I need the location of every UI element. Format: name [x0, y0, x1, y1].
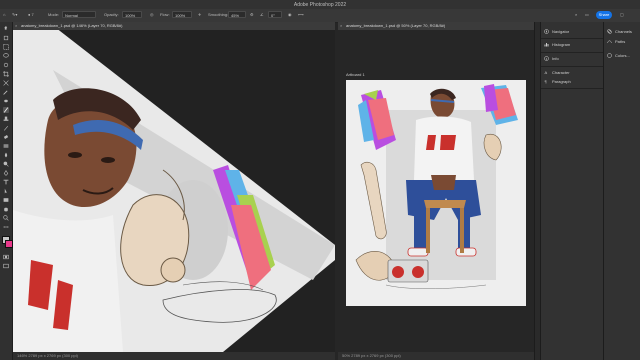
- svg-text:A: A: [545, 70, 548, 75]
- panel-separator: [541, 52, 604, 53]
- more-tools-icon[interactable]: [3, 224, 9, 230]
- home-icon[interactable]: ⌂: [3, 12, 5, 17]
- paths-icon: [607, 39, 612, 44]
- background-color-swatch[interactable]: [5, 240, 13, 248]
- path-selection-tool-icon[interactable]: [3, 188, 9, 194]
- history-brush-tool-icon[interactable]: [3, 125, 9, 131]
- flow-field[interactable]: 100%: [172, 11, 192, 18]
- document-tab-right[interactable]: × anatomy_breakdown_1.psd @ 50% (Layer 7…: [338, 22, 534, 30]
- app-title: Adobe Photoshop 2022: [293, 2, 347, 8]
- brush-tool-icon[interactable]: [3, 107, 9, 113]
- paragraph-icon: ¶: [544, 79, 549, 84]
- angle-icon: ∠: [260, 12, 264, 17]
- panel-character[interactable]: A Character: [544, 68, 570, 77]
- clone-stamp-tool-icon[interactable]: [3, 116, 9, 122]
- document-tab-left[interactable]: × anatomy_breakdown_1.psd @ 146% (Layer …: [13, 22, 335, 30]
- healing-brush-tool-icon[interactable]: [3, 98, 9, 104]
- smoothing-options-icon[interactable]: ⚙: [250, 12, 254, 17]
- panel-separator: [541, 66, 604, 67]
- symmetry-icon[interactable]: ⟷: [298, 12, 304, 17]
- airbrush-icon[interactable]: ✈: [198, 12, 201, 17]
- panel-colors[interactable]: Colors...: [607, 51, 630, 60]
- status-bar-left: 146% 2789 px x 2769 px (300 ppi): [13, 352, 335, 360]
- quick-select-tool-icon[interactable]: [3, 62, 9, 68]
- canvas-right[interactable]: Artboard 1: [338, 30, 534, 352]
- document-tab-label: anatomy_breakdown_1.psd @ 50% (Layer 70,…: [346, 23, 446, 28]
- frame-tool-icon[interactable]: [3, 80, 9, 86]
- pressure-size-icon[interactable]: ◉: [288, 12, 292, 17]
- hand-tool-icon[interactable]: [3, 206, 9, 212]
- flow-label: Flow:: [160, 12, 170, 17]
- options-bar: ⌂ ✎▾ ● 7 Mode: Normal Opacity: 100% ◎ Fl…: [0, 9, 640, 23]
- panel-info[interactable]: Info: [544, 54, 559, 63]
- svg-text:¶: ¶: [545, 79, 547, 84]
- panel-separator: [541, 38, 604, 39]
- canvas-left[interactable]: [13, 30, 335, 352]
- workspace-icon[interactable]: ▭: [585, 12, 589, 17]
- tools-panel: [0, 22, 13, 360]
- info-icon: [544, 56, 549, 62]
- mode-select[interactable]: Normal: [62, 11, 96, 18]
- document-window-right: × anatomy_breakdown_1.psd @ 50% (Layer 7…: [338, 22, 534, 360]
- screen-mode-icon[interactable]: [3, 263, 9, 269]
- character-icon: A: [544, 70, 549, 75]
- panel-dock-primary: Navigator Histogram Info A Character ¶ Par…: [540, 22, 604, 360]
- opacity-label: Opacity:: [104, 12, 119, 17]
- panel-paths[interactable]: Paths: [607, 37, 625, 46]
- channels-icon: [607, 29, 612, 35]
- artwork-overview: [346, 80, 526, 306]
- compass-icon: [544, 29, 549, 35]
- crop-tool-icon[interactable]: [3, 71, 9, 77]
- quick-mask-icon[interactable]: [3, 254, 9, 260]
- mode-label: Mode:: [48, 12, 60, 17]
- panel-dock-secondary: Channels Paths Colors...: [603, 22, 640, 360]
- dodge-tool-icon[interactable]: [3, 161, 9, 167]
- eyedropper-tool-icon[interactable]: [3, 89, 9, 95]
- panel-separator: [541, 88, 604, 89]
- document-tab-label: anatomy_breakdown_1.psd @ 146% (Layer 70…: [21, 23, 123, 28]
- rectangle-tool-icon[interactable]: [3, 197, 9, 203]
- close-tab-icon[interactable]: ×: [15, 22, 17, 30]
- close-tab-icon[interactable]: ×: [340, 22, 342, 30]
- status-bar-right: 50% 2789 px x 2769 px (300 ppi): [338, 352, 534, 360]
- title-bar: Adobe Photoshop 2022: [0, 0, 640, 9]
- brush-size-icon[interactable]: ● 7: [28, 12, 34, 17]
- move-tool-icon[interactable]: [3, 26, 9, 32]
- shape-icon[interactable]: ▢: [620, 12, 624, 17]
- pressure-opacity-icon[interactable]: ◎: [150, 12, 154, 17]
- panel-navigator[interactable]: Navigator: [544, 27, 569, 36]
- smoothing-label: Smoothing:: [208, 12, 229, 17]
- artboard-label: Artboard 1: [346, 72, 365, 77]
- blur-tool-icon[interactable]: [3, 152, 9, 158]
- pen-tool-icon[interactable]: [3, 170, 9, 176]
- eraser-tool-icon[interactable]: [3, 134, 9, 140]
- panel-paragraph[interactable]: ¶ Paragraph: [544, 77, 571, 86]
- search-icon[interactable]: ⌕: [575, 12, 577, 17]
- document-window-left: × anatomy_breakdown_1.psd @ 146% (Layer …: [13, 22, 335, 360]
- artboard-tool-icon[interactable]: [3, 35, 9, 41]
- angle-field[interactable]: 0°: [268, 11, 282, 18]
- brush-preset-icon[interactable]: ✎▾: [12, 12, 17, 17]
- marquee-tool-icon[interactable]: [3, 44, 9, 50]
- zoom-tool-icon[interactable]: [3, 215, 9, 221]
- panel-channels[interactable]: Channels: [607, 27, 632, 36]
- artwork-zoomed: [13, 30, 335, 352]
- lasso-tool-icon[interactable]: [3, 53, 9, 59]
- panel-histogram[interactable]: Histogram: [544, 40, 570, 49]
- smoothing-field[interactable]: 45%: [228, 11, 246, 18]
- opacity-field[interactable]: 100%: [122, 11, 142, 18]
- colors-icon: [607, 53, 612, 59]
- share-button[interactable]: Share: [596, 11, 612, 19]
- type-tool-icon[interactable]: [3, 179, 9, 185]
- histogram-icon: [544, 42, 549, 47]
- gradient-tool-icon[interactable]: [3, 143, 9, 149]
